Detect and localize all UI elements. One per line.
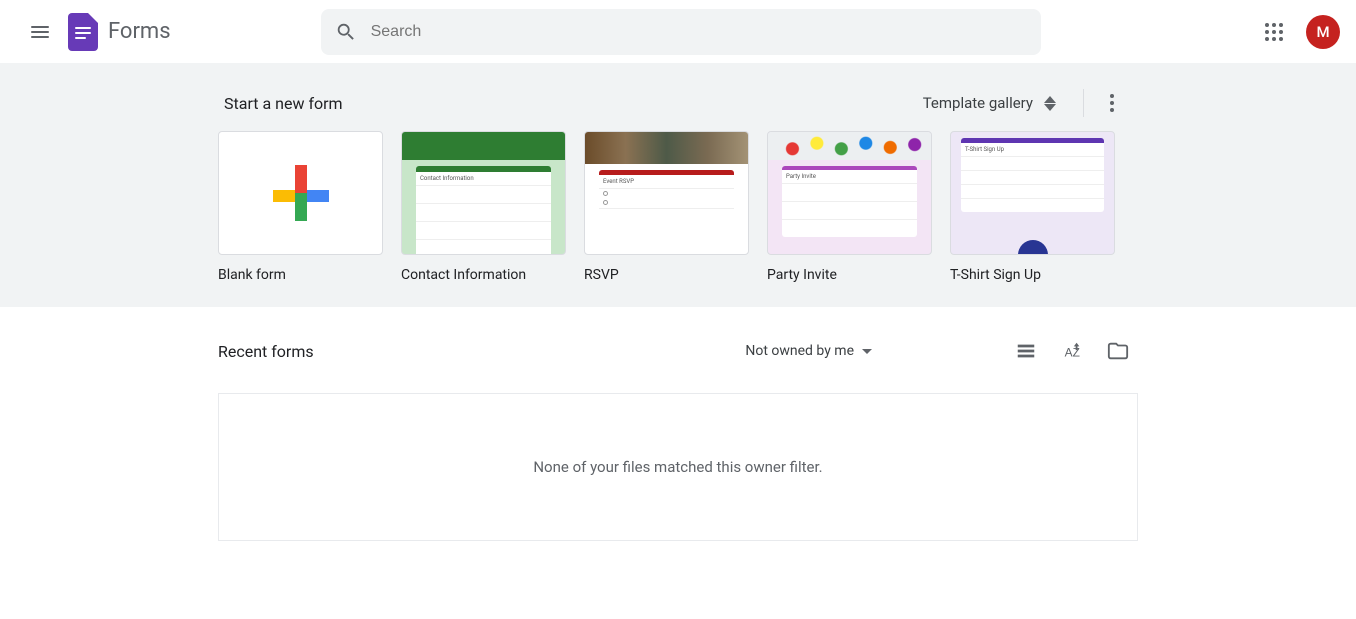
template-party-invite[interactable]: Party Invite Party Invite xyxy=(767,131,932,283)
open-file-picker-button[interactable] xyxy=(1098,331,1138,371)
search-input[interactable] xyxy=(371,23,1027,41)
apps-grid-icon xyxy=(1265,23,1283,41)
empty-state-message: None of your files matched this owner fi… xyxy=(218,393,1138,541)
contact-thumbnail: Contact Information xyxy=(401,131,566,255)
template-rsvp[interactable]: Event RSVP RSVP xyxy=(584,131,749,283)
tshirt-thumbnail: T-Shirt Sign Up xyxy=(950,131,1115,255)
forms-logo[interactable] xyxy=(68,13,98,51)
templates-more-button[interactable] xyxy=(1092,83,1132,123)
list-view-button[interactable] xyxy=(1006,331,1046,371)
recent-section-title: Recent forms xyxy=(218,342,314,361)
template-gallery-label: Template gallery xyxy=(923,94,1033,112)
template-cards: Blank form Contact Information Contact I… xyxy=(218,131,1138,283)
plus-icon xyxy=(273,165,329,221)
search-bar[interactable] xyxy=(321,9,1041,55)
rsvp-thumbnail: Event RSVP xyxy=(584,131,749,255)
template-label: Contact Information xyxy=(401,267,566,283)
dropdown-arrow-icon xyxy=(862,349,872,354)
divider xyxy=(1083,89,1084,117)
templates-section: Start a new form Template gallery xyxy=(0,63,1356,307)
template-label: Blank form xyxy=(218,267,383,283)
sort-az-icon: AZ xyxy=(1061,340,1083,362)
sort-button[interactable]: AZ xyxy=(1052,331,1092,371)
product-name: Forms xyxy=(108,19,171,44)
app-header: Forms M xyxy=(0,0,1356,63)
template-label: Party Invite xyxy=(767,267,932,283)
template-tshirt-signup[interactable]: T-Shirt Sign Up T-Shirt Sign Up xyxy=(950,131,1115,283)
search-icon xyxy=(335,21,357,43)
unfold-icon xyxy=(1043,94,1057,112)
blank-form-thumbnail xyxy=(218,131,383,255)
template-contact-information[interactable]: Contact Information Contact Information xyxy=(401,131,566,283)
template-gallery-button[interactable]: Template gallery xyxy=(913,88,1067,118)
google-apps-button[interactable] xyxy=(1254,12,1294,52)
template-blank-form[interactable]: Blank form xyxy=(218,131,383,283)
party-thumbnail: Party Invite xyxy=(767,131,932,255)
main-menu-button[interactable] xyxy=(16,8,64,56)
list-view-icon xyxy=(1015,340,1037,362)
template-label: RSVP xyxy=(584,267,749,283)
more-vert-icon xyxy=(1110,94,1114,112)
folder-icon xyxy=(1107,340,1129,362)
templates-section-title: Start a new form xyxy=(224,94,343,113)
account-avatar[interactable]: M xyxy=(1306,15,1340,49)
hamburger-icon xyxy=(31,26,49,38)
svg-text:AZ: AZ xyxy=(1065,346,1080,360)
recent-section: Recent forms Not owned by me AZ None of … xyxy=(0,307,1356,541)
owner-filter-dropdown[interactable]: Not owned by me xyxy=(737,337,880,365)
template-label: T-Shirt Sign Up xyxy=(950,267,1115,283)
owner-filter-label: Not owned by me xyxy=(745,343,854,359)
